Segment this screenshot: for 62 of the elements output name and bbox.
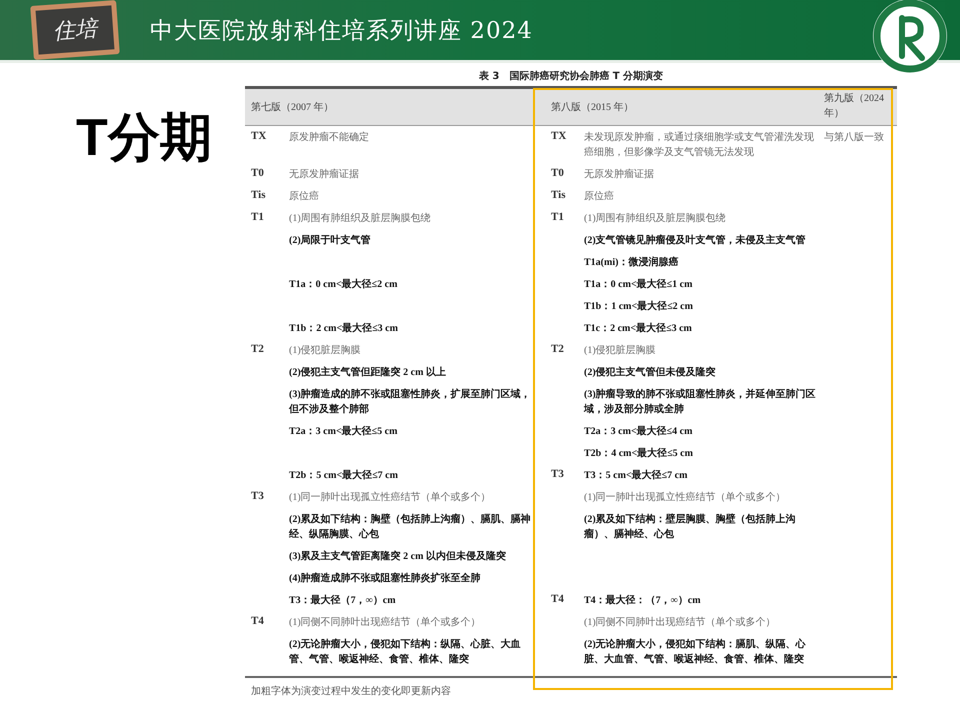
stage-description: (2)累及如下结构：壁层胸膜、胸壁（包括肺上沟瘤）、膈神经、心包 — [584, 512, 797, 542]
stage-code: T0 — [550, 166, 565, 181]
stage-description: T2b：4 cm<最大径≤5 cm — [584, 446, 694, 461]
stage-description: (1)周围有肺组织及脏层胸膜包绕 — [584, 212, 727, 226]
stage-description: (1)同侧不同肺叶出现癌结节（单个或多个） — [289, 616, 482, 630]
stage-code: T4 — [550, 592, 565, 607]
slide-heading: T分期 — [76, 108, 212, 169]
stage-description: T1b：1 cm<最大径≤2 cm — [584, 300, 694, 314]
stage-code: T1 — [550, 210, 565, 225]
stage-description: (1)同一肺叶出现孤立性癌结节（单个或多个） — [289, 490, 492, 505]
stage-description: (1)侵犯脏层胸膜 — [289, 344, 362, 358]
stage-description: (1)周围有肺组织及脏层胸膜包绕 — [289, 212, 432, 226]
stage-description: T1a(mi)：微浸润腺癌 — [584, 255, 680, 270]
stage-description: (2)局限于叶支气管 — [289, 234, 372, 248]
column-header: 第七版（2007 年） — [250, 100, 334, 114]
stage-code: T1 — [250, 210, 265, 225]
stage-description: (3)累及主支气管距离隆突 2 cm 以内但未侵及隆突 — [289, 549, 507, 564]
stage-code: T3 — [250, 489, 265, 504]
stage-code: Tis — [250, 188, 266, 203]
stage-description: (2)支气管镜见肿瘤侵及叶支气管，未侵及主支气管 — [584, 233, 807, 248]
stage-code: TX — [250, 129, 268, 144]
stage-description: T3：5 cm<最大径≤7 cm — [584, 468, 688, 483]
stage-description: (3)肿瘤造成的肺不张或阻塞性肺炎，扩展至肺门区域，但不涉及整个肺部 — [289, 387, 532, 417]
stage-description: (2)侵犯主支气管但未侵及隆突 — [584, 365, 717, 380]
stage-code: Tis — [550, 188, 566, 203]
stage-description: T2a：3 cm<最大径≤5 cm — [289, 424, 398, 439]
stage-description: T2a：3 cm<最大径≤4 cm — [584, 424, 694, 439]
column-header: 第八版（2015 年） — [550, 100, 634, 114]
stage-code: T2 — [250, 342, 265, 357]
stage-description: (4)肿瘤造成肺不张或阻塞性肺炎扩张至全肺 — [289, 571, 482, 586]
stage-description: T3：最大径（7，∞）cm — [289, 594, 397, 608]
stage-description: 无原发肿瘤证据 — [584, 168, 655, 182]
stage-description: (1)同一肺叶出现孤立性癌结节（单个或多个） — [584, 490, 787, 505]
stage-description: T1a：0 cm<最大径≤1 cm — [584, 278, 694, 292]
lecture-title: 中大医院放射科住培系列讲座 2024 — [150, 16, 534, 46]
stage-description: 与第八版一致 — [824, 130, 885, 145]
stage-code: T2 — [550, 342, 565, 357]
table-footnote: 加粗字体为演变过程中发生的变化即更新内容 — [251, 684, 451, 698]
stage-description: T2b：5 cm<最大径≤7 cm — [289, 468, 399, 483]
stage-code: T3 — [550, 467, 565, 482]
stage-description: (1)同侧不同肺叶出现癌结节（单个或多个） — [584, 616, 777, 630]
stage-description: (2)无论肿瘤大小，侵犯如下结构：纵隔、心脏、大血管、气管、喉返神经、食管、椎体、隆突 — [289, 637, 522, 667]
stage-description: 未发现原发肿瘤，或通过痰细胞学或支气管灌洗发现癌细胞，但影像学及支气管镜无法发现 — [584, 130, 815, 160]
stage-description: (1)侵犯脏层胸膜 — [584, 344, 657, 358]
stage-description: T1c：2 cm<最大径≤3 cm — [584, 322, 693, 336]
stage-code: T0 — [250, 166, 265, 181]
stage-description: 原位癌 — [289, 190, 320, 204]
stage-description: 无原发肿瘤证据 — [289, 168, 360, 182]
column-header: 第九版（2024 年） — [824, 92, 885, 121]
stage-description: T1a：0 cm<最大径≤2 cm — [289, 278, 398, 292]
stage-description: 原位癌 — [584, 190, 615, 204]
stage-description: (2)无论肿瘤大小，侵犯如下结构：膈肌、纵隔、心脏、大血管、气管、喉返神经、食管、椎体、隆突 — [584, 637, 807, 667]
chalkboard-sign: 住培 — [30, 0, 120, 60]
stage-description: (2)侵犯主支气管但距隆突 2 cm 以上 — [289, 365, 447, 380]
stage-description: (3)肿瘤导致的肺不张或阻塞性肺炎，并延伸至肺门区域，涉及部分肺或全肺 — [584, 387, 817, 417]
stage-description: (2)累及如下结构：胸壁（包括肺上沟瘤）、膈肌、膈神经、纵隔胸膜、心包 — [289, 512, 532, 542]
stage-code: T4 — [250, 614, 265, 629]
stage-description: T1b：2 cm<最大径≤3 cm — [289, 322, 399, 336]
stage-description: T4：最大径：（7，∞）cm — [584, 594, 702, 608]
stage-code: TX — [550, 129, 568, 144]
table-caption: 表 3 国际肺癌研究协会肺癌 T 分期演变 — [478, 69, 664, 84]
stage-description: 原发肿瘤不能确定 — [289, 130, 370, 145]
